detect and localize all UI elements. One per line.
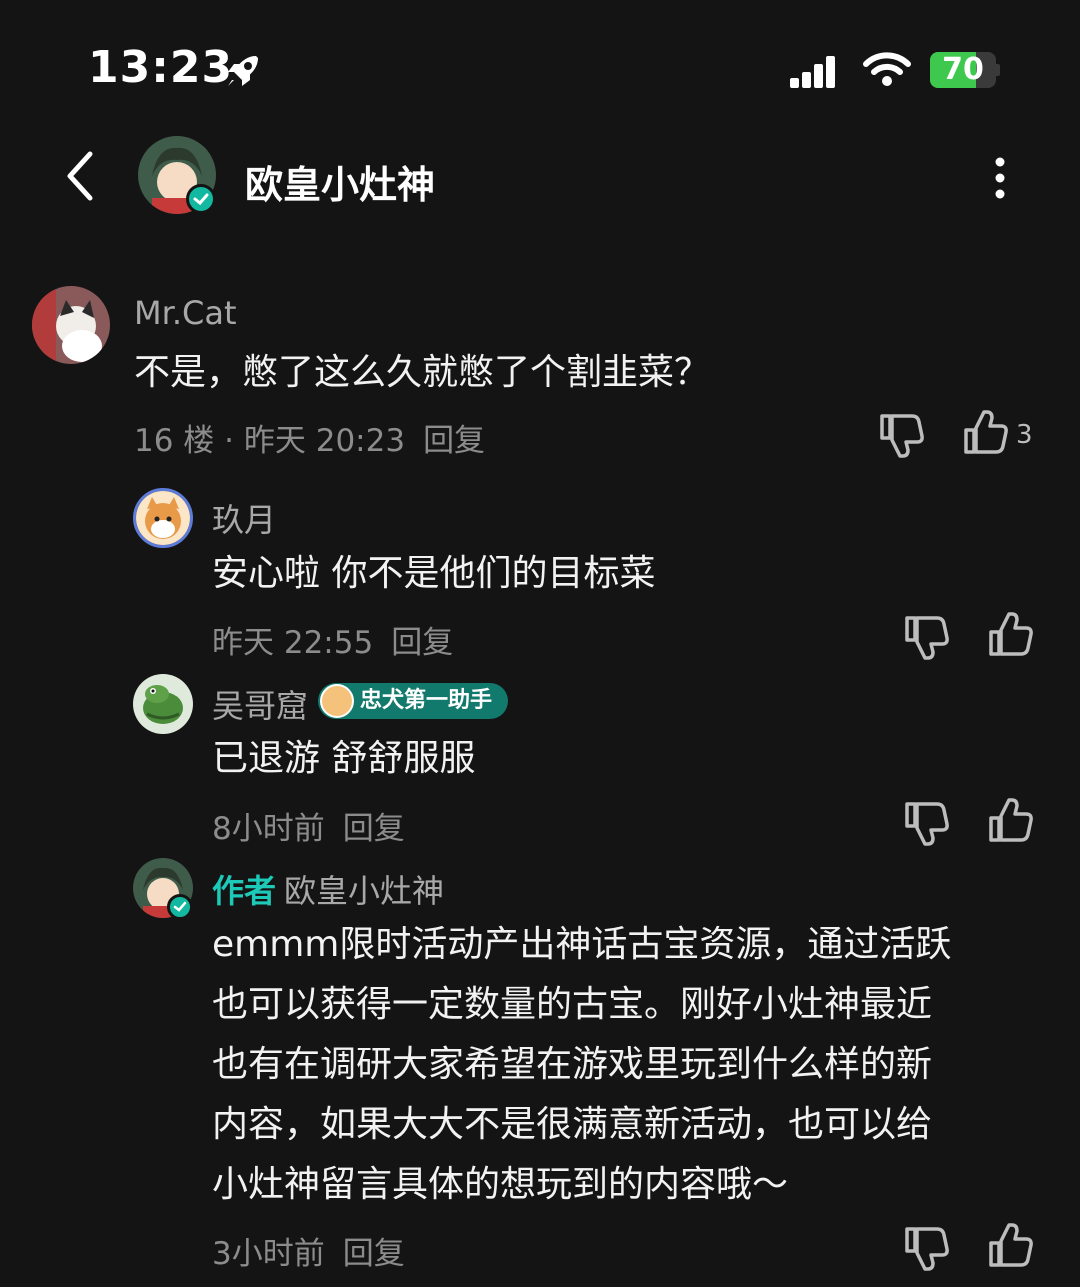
reply-text-line: 内容，如果大大不是很满意新活动，也可以给 (212, 1104, 933, 1145)
page-title: 欧皇小灶神 (245, 163, 436, 207)
avatar[interactable] (133, 488, 193, 548)
like-count: 3 (1016, 420, 1033, 450)
signal-icon (790, 56, 835, 88)
battery-percentage: 70 (942, 52, 984, 87)
fan-badge-label: 忠犬第一助手 (360, 688, 493, 713)
like-icon[interactable] (987, 1223, 1035, 1269)
reply-text: 安心啦 你不是他们的目标菜 (212, 553, 656, 594)
comment-username[interactable]: Mr.Cat (134, 294, 237, 332)
avatar[interactable] (133, 858, 193, 920)
reply-text-line: 也可以获得一定数量的古宝。刚好小灶神最近 (212, 984, 933, 1025)
reply-username[interactable]: 欧皇小灶神 (284, 872, 444, 910)
author-tag: 作者 (212, 872, 277, 910)
reply-button[interactable]: 回复 (423, 423, 485, 459)
fan-badge-icon (320, 684, 354, 718)
dislike-icon[interactable] (903, 800, 951, 846)
avatar[interactable] (133, 674, 193, 734)
reply-author-line: 作者 欧皇小灶神 (212, 866, 444, 912)
reply-text: emmm限时活动产出神话古宝资源，通过活跃 也可以获得一定数量的古宝。刚好小灶神… (212, 915, 951, 1215)
reply-username[interactable]: 吴哥窟 (212, 681, 308, 727)
reply-timestamp: 8小时前 (212, 811, 325, 847)
fan-badge: 忠犬第一助手 (318, 683, 509, 719)
dislike-icon[interactable] (903, 1225, 951, 1271)
reply-meta: 昨天 22:55 回复 (212, 617, 453, 662)
reply-button[interactable]: 回复 (343, 811, 405, 847)
reply-meta: 8小时前 回复 (212, 803, 405, 848)
reply-text-line: emmm限时活动产出神话古宝资源，通过活跃 (212, 924, 952, 965)
reply-button[interactable]: 回复 (343, 1236, 405, 1272)
more-options-icon[interactable] (988, 156, 1012, 200)
comment-text: 不是，憋了这么久就憋了个割韭菜？ (134, 352, 711, 393)
reply-timestamp: 3小时前 (212, 1236, 325, 1272)
reply-timestamp: 昨天 22:55 (212, 625, 374, 661)
rocket-icon (228, 56, 258, 86)
header-avatar[interactable] (138, 136, 216, 214)
like-icon[interactable] (962, 410, 1010, 456)
reply-text-line: 也有在调研大家希望在游戏里玩到什么样的新 (212, 1044, 933, 1085)
verified-badge-icon (167, 894, 193, 920)
back-arrow-icon[interactable] (60, 148, 100, 204)
dislike-icon[interactable] (878, 412, 926, 458)
dislike-icon[interactable] (903, 614, 951, 660)
reply-username[interactable]: 玖月 (212, 495, 276, 541)
status-time: 13:23 (88, 42, 234, 93)
wifi-icon (863, 52, 911, 86)
like-icon[interactable] (987, 612, 1035, 658)
comment-timestamp: 16 楼 · 昨天 20:23 (134, 423, 406, 459)
like-icon[interactable] (987, 798, 1035, 844)
verified-badge-icon (186, 184, 216, 214)
reply-text: 已退游 舒舒服服 (212, 738, 476, 779)
reply-meta: 3小时前 回复 (212, 1228, 405, 1273)
battery-indicator: 70 (930, 52, 1000, 88)
comment-meta: 16 楼 · 昨天 20:23 回复 (134, 415, 485, 460)
reply-text-line: 小灶神留言具体的想玩到的内容哦～ (212, 1164, 789, 1205)
reply-button[interactable]: 回复 (391, 625, 453, 661)
avatar[interactable] (32, 286, 110, 364)
